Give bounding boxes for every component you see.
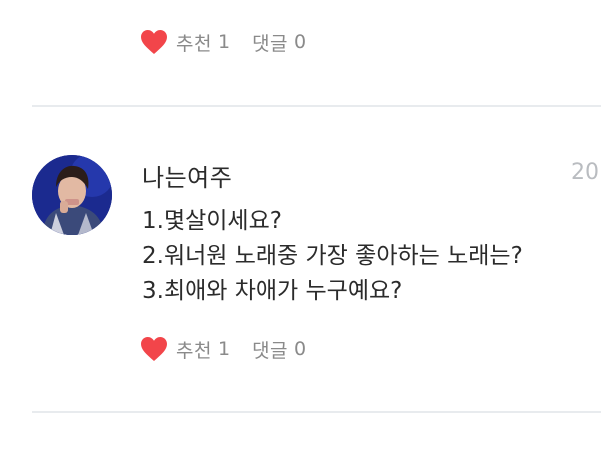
comment-feed: 추천 1 댓글 0 나는여주 20 1.몇살이세요? 2.워너원 노래중 가장 … [0,0,601,451]
like-label[interactable]: 추천 [176,29,212,56]
post-body: 1.몇살이세요? 2.워너원 노래중 가장 좋아하는 노래는? 3.최애와 차애… [142,204,592,309]
comment-label[interactable]: 댓글 [252,336,288,363]
comment-label[interactable]: 댓글 [252,29,288,56]
divider [32,105,601,107]
comment-count: 0 [294,338,307,360]
post-actions: 추천 1 댓글 0 [140,335,306,363]
username[interactable]: 나는여주 [142,158,232,193]
heart-icon[interactable] [140,336,168,362]
divider [32,411,601,413]
body-line: 2.워너원 노래중 가장 좋아하는 노래는? [142,243,523,269]
like-count: 1 [217,338,231,360]
heart-icon[interactable] [140,29,168,55]
post-actions-previous: 추천 1 댓글 0 [140,28,306,56]
body-line: 3.최애와 차애가 누구예요? [142,278,403,304]
like-label[interactable]: 추천 [176,336,212,363]
body-line: 1.몇살이세요? [142,208,282,234]
avatar[interactable] [32,155,112,235]
like-count: 1 [217,31,231,53]
comment-count: 0 [294,31,307,53]
post-date: 20 [571,160,599,185]
